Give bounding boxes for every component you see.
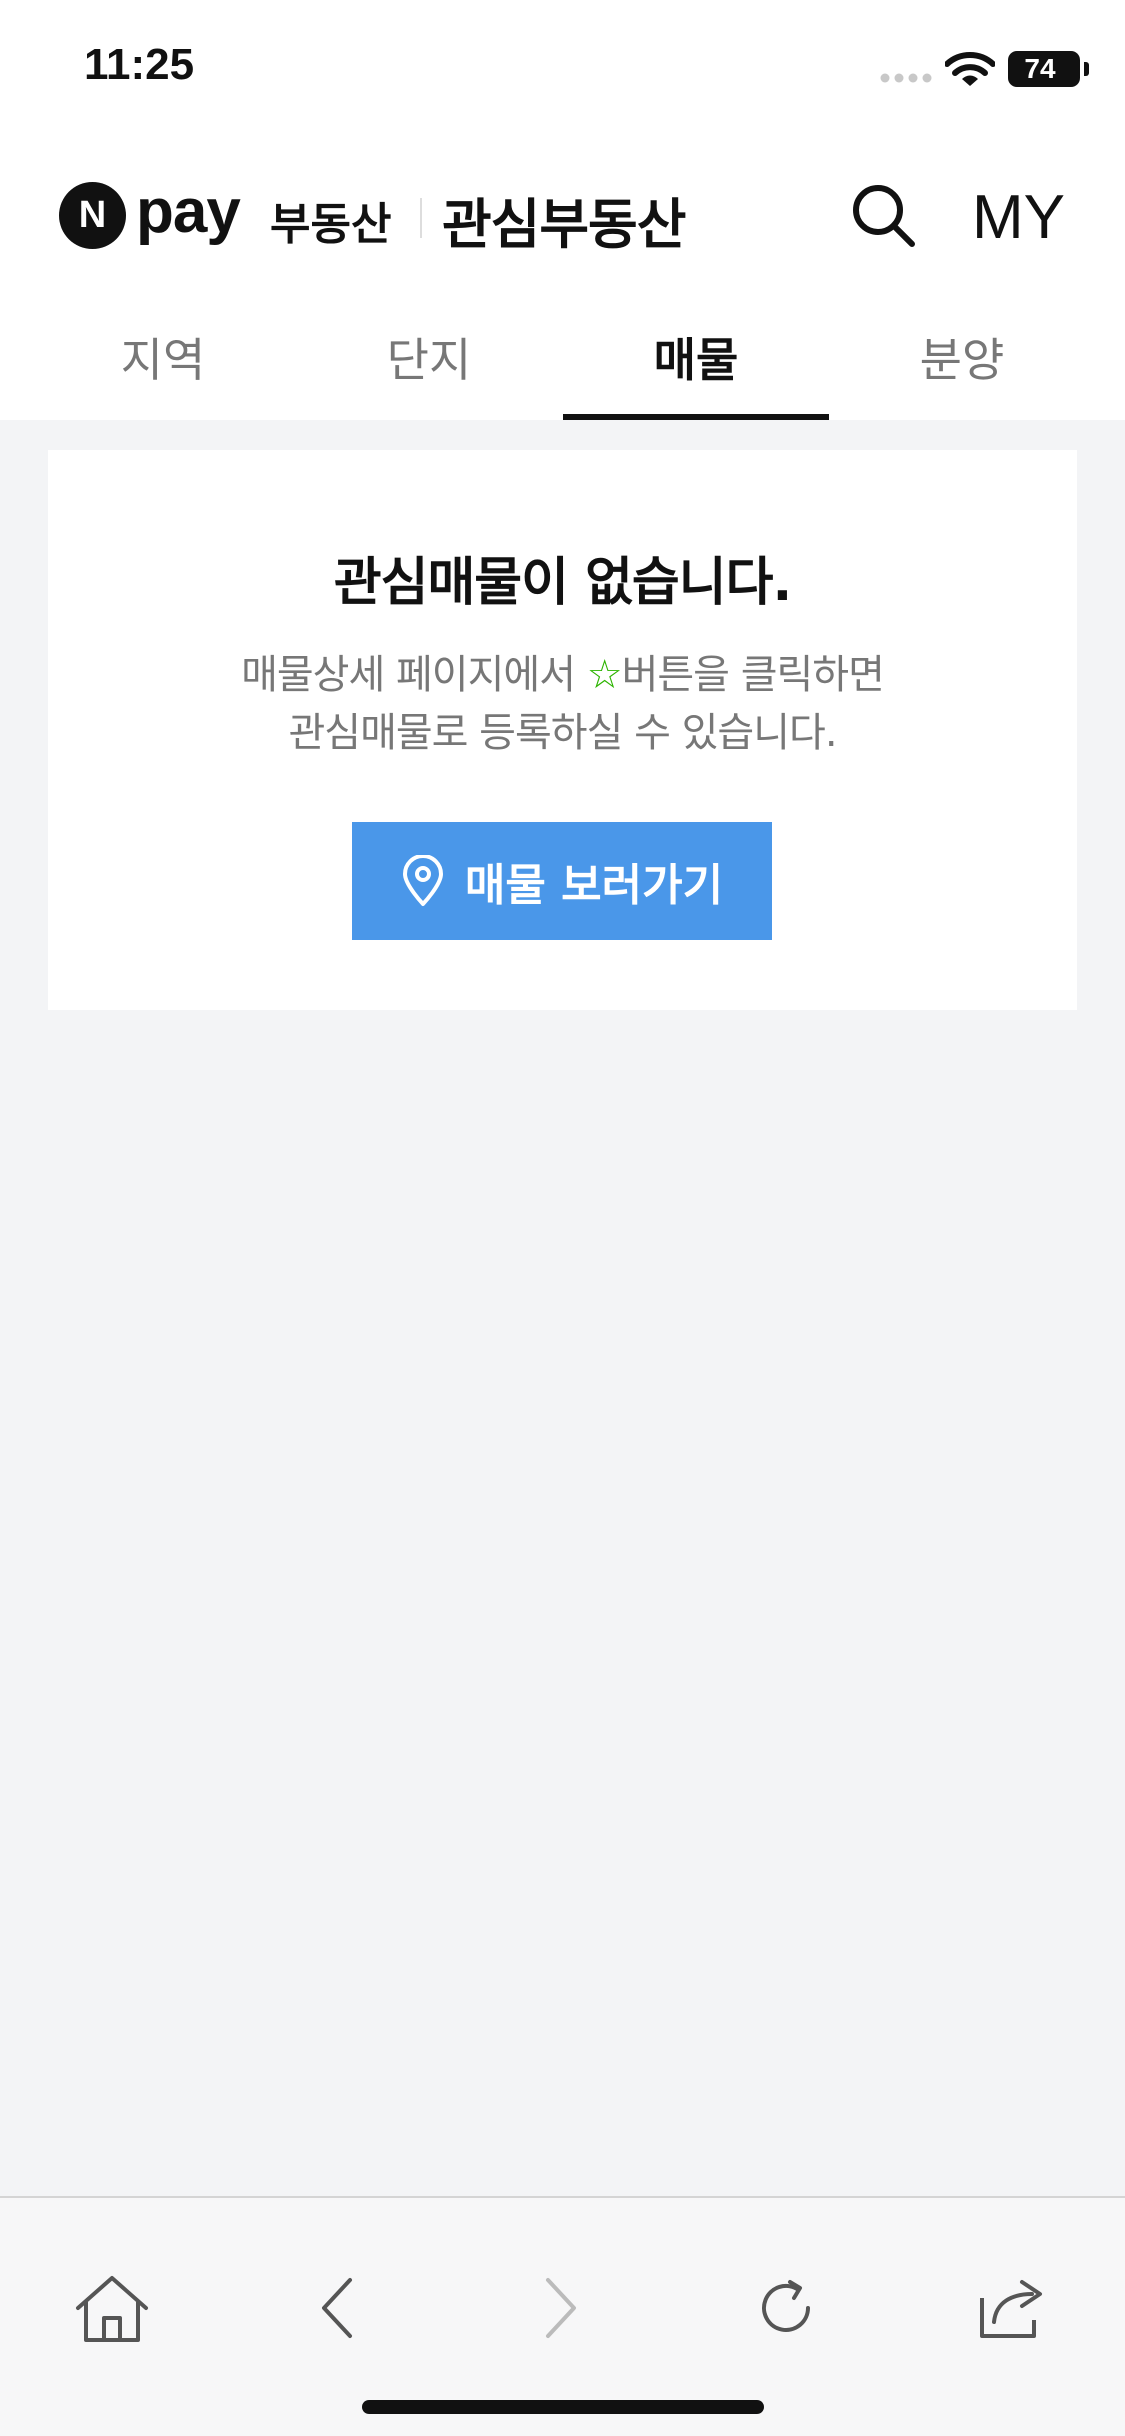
category-tabs: 지역 단지 매물 분양 bbox=[0, 290, 1125, 420]
status-bar: 11:25 74 bbox=[0, 0, 1125, 140]
back-button[interactable] bbox=[286, 2258, 386, 2358]
wifi-icon bbox=[945, 52, 995, 86]
empty-state-title: 관심매물이 없습니다. bbox=[333, 553, 792, 613]
logo-pay: pay bbox=[136, 177, 241, 246]
empty-desc-line1: 매물상세 페이지에서 ☆버튼을 클릭하면 bbox=[48, 646, 1077, 704]
back-icon bbox=[322, 2278, 352, 2338]
share-icon bbox=[980, 2280, 1042, 2338]
empty-state-card: 관심매물이 없습니다. 매물상세 페이지에서 ☆버튼을 클릭하면 관심매물로 등… bbox=[48, 450, 1077, 1010]
logo-service-name[interactable]: 부동산 bbox=[270, 188, 391, 252]
reload-button[interactable] bbox=[736, 2258, 836, 2358]
header-divider bbox=[420, 198, 422, 238]
view-listings-label: 매물 보러가기 bbox=[464, 860, 724, 911]
status-time: 11:25 bbox=[84, 40, 195, 89]
home-icon bbox=[76, 2276, 148, 2342]
my-button[interactable]: MY bbox=[972, 182, 1065, 253]
view-listings-button[interactable]: 매물 보러가기 bbox=[352, 822, 772, 940]
share-button[interactable] bbox=[962, 2258, 1062, 2358]
tab-region[interactable]: 지역 bbox=[30, 290, 296, 420]
active-tab-indicator bbox=[563, 414, 829, 420]
battery-icon: 74 bbox=[1008, 51, 1089, 87]
forward-button[interactable] bbox=[512, 2258, 612, 2358]
search-icon bbox=[853, 185, 915, 247]
empty-desc-part1: 매물상세 페이지에서 bbox=[241, 652, 587, 698]
location-pin-icon bbox=[401, 855, 445, 907]
logo-n-icon: N bbox=[59, 182, 126, 249]
tab-presale[interactable]: 분양 bbox=[829, 290, 1095, 420]
search-button[interactable] bbox=[848, 180, 920, 252]
app-header: N pay 부동산 관심부동산 MY bbox=[0, 140, 1125, 290]
star-icon: ☆ bbox=[586, 652, 623, 698]
tab-complex[interactable]: 단지 bbox=[296, 290, 562, 420]
tab-listings[interactable]: 매물 bbox=[563, 290, 829, 420]
home-button[interactable] bbox=[62, 2258, 162, 2358]
battery-level: 74 bbox=[1024, 53, 1056, 84]
empty-desc-line2: 관심매물로 등록하실 수 있습니다. bbox=[288, 710, 837, 756]
empty-state-description: 매물상세 페이지에서 ☆버튼을 클릭하면 관심매물로 등록하실 수 있습니다. bbox=[48, 646, 1077, 762]
page-title: 관심부동산 bbox=[442, 193, 686, 256]
home-indicator bbox=[362, 2400, 764, 2414]
reload-icon bbox=[762, 2280, 810, 2332]
empty-desc-part2: 버튼을 클릭하면 bbox=[621, 652, 885, 698]
signal-icon bbox=[880, 73, 932, 83]
forward-icon bbox=[546, 2278, 576, 2338]
